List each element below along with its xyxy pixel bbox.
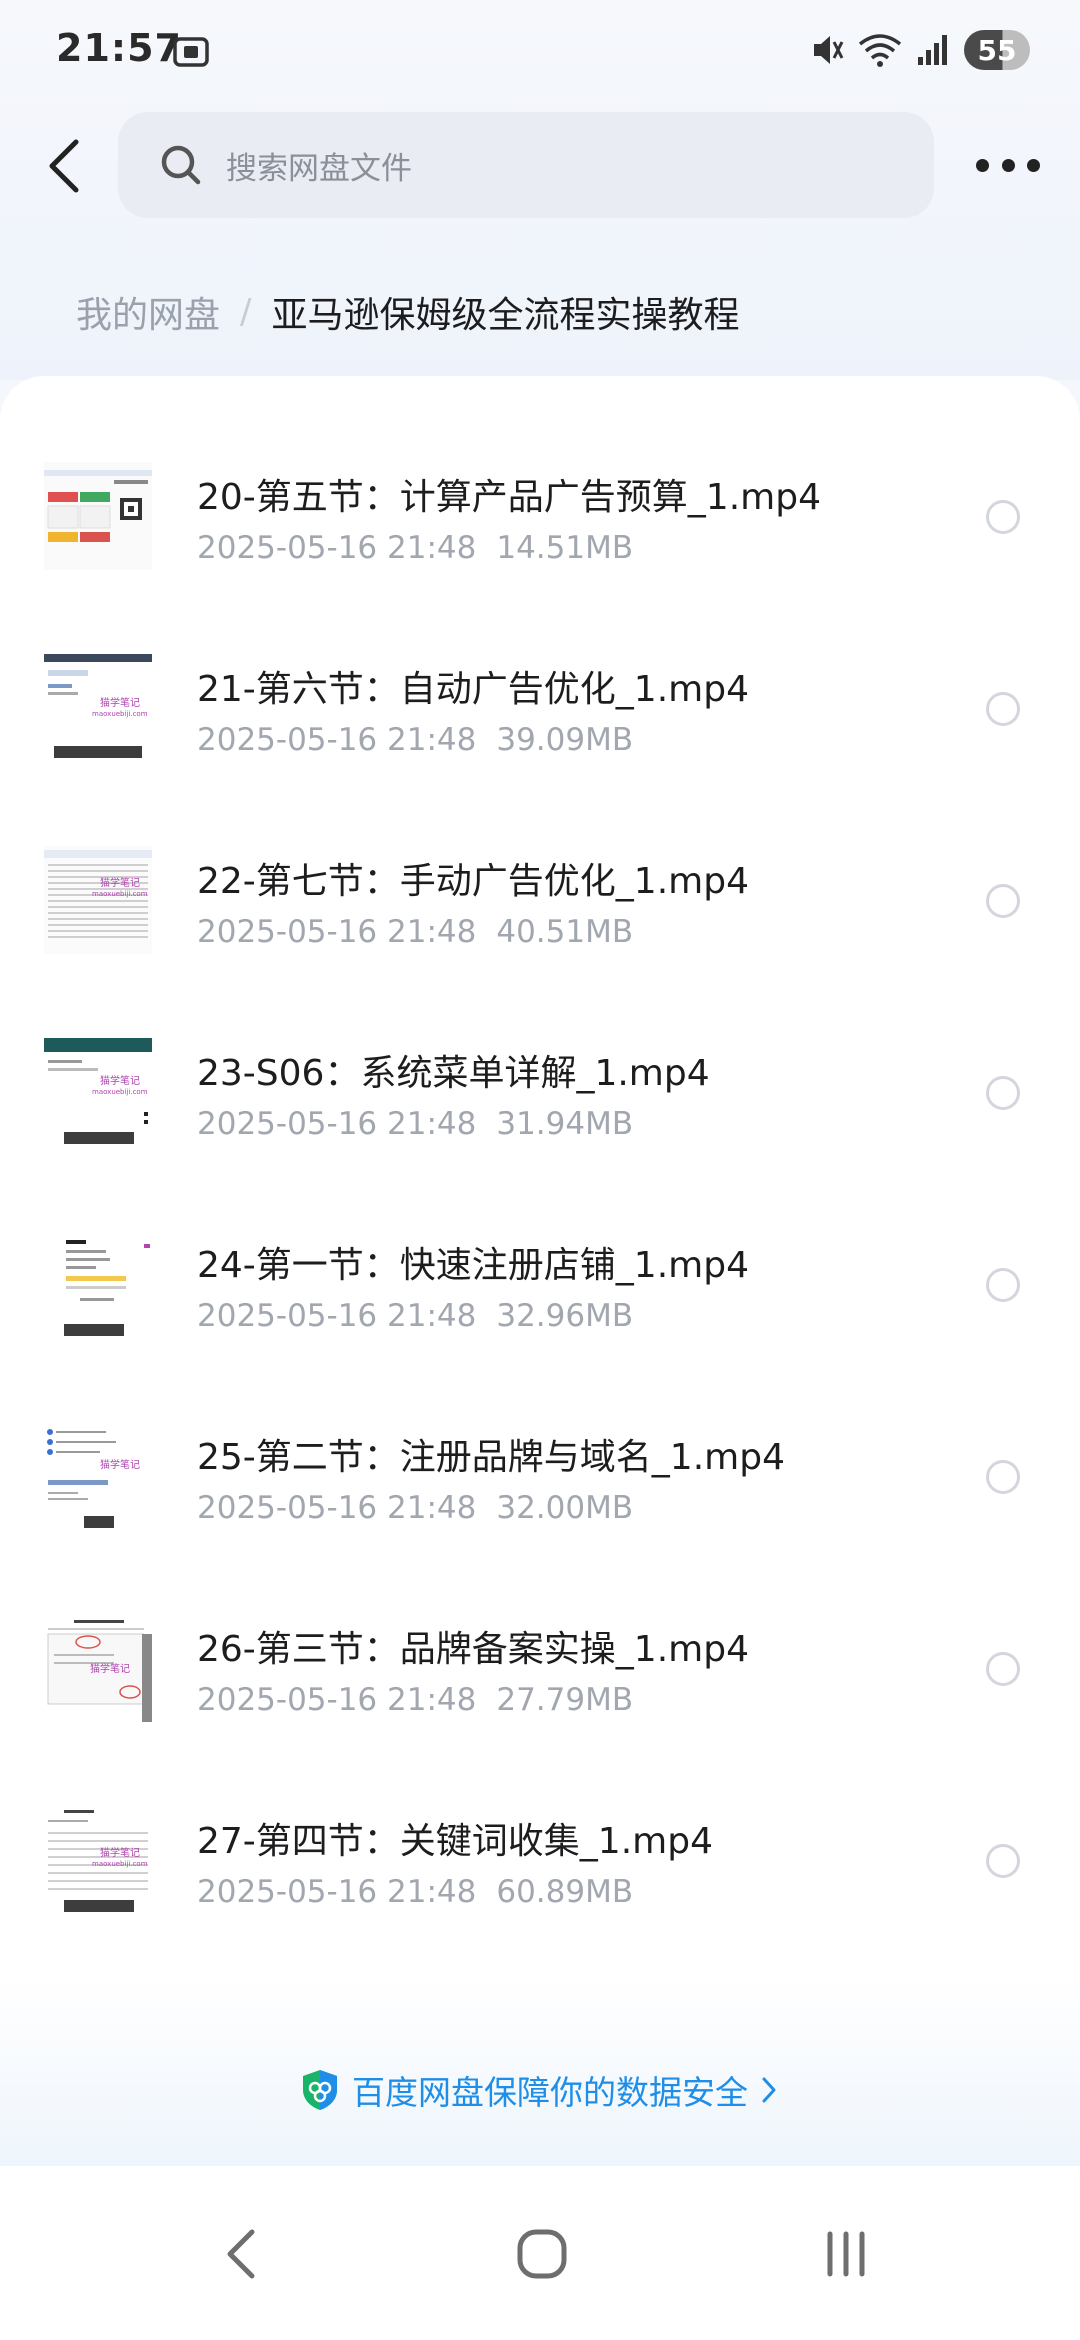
file-date: 2025-05-16 21:48 — [197, 530, 477, 566]
select-checkbox[interactable] — [986, 692, 1020, 726]
select-checkbox[interactable] — [986, 1076, 1020, 1110]
svg-text:猫学笔记: 猫学笔记 — [100, 1074, 140, 1087]
svg-text:maoxuebiji.com: maoxuebiji.com — [92, 1860, 148, 1868]
video-thumbnail — [44, 462, 152, 570]
file-row[interactable]: 20-第五节：计算产品广告预算_1.mp4 2025-05-16 21:48 14… — [0, 410, 1080, 600]
nav-back-icon — [227, 2229, 255, 2279]
video-thumbnail: 猫学笔记 maoxuebiji.com — [44, 1806, 152, 1914]
back-button[interactable] — [36, 130, 92, 202]
nav-back-button[interactable] — [210, 2222, 270, 2286]
svg-text:猫学笔记: 猫学笔记 — [90, 1662, 130, 1675]
svg-text:maoxuebiji.com: maoxuebiji.com — [92, 710, 148, 718]
select-checkbox[interactable] — [986, 1844, 1020, 1878]
select-checkbox[interactable] — [986, 500, 1020, 534]
file-date: 2025-05-16 21:48 — [197, 1682, 477, 1718]
file-name: 21-第六节：自动广告优化_1.mp4 — [197, 669, 749, 710]
more-icon-dot — [1001, 158, 1015, 172]
file-date: 2025-05-16 21:48 — [197, 1874, 477, 1910]
security-link[interactable]: 百度网盘保障你的数据安全 — [0, 2060, 1080, 2120]
status-time: 21:57 — [56, 26, 182, 70]
file-date: 2025-05-16 21:48 — [197, 914, 477, 950]
file-meta: 2025-05-16 21:48 32.96MB — [197, 1298, 633, 1334]
breadcrumb: 我的网盘 / 亚马逊保姆级全流程实操教程 — [76, 284, 740, 340]
nav-recents-button[interactable] — [816, 2222, 876, 2286]
select-checkbox[interactable] — [986, 884, 1020, 918]
video-thumbnail — [44, 1230, 152, 1338]
file-meta: 2025-05-16 21:48 40.51MB — [197, 914, 633, 950]
file-meta: 2025-05-16 21:48 27.79MB — [197, 1682, 633, 1718]
status-icons: 55 — [810, 28, 1030, 72]
file-name: 24-第一节：快速注册店铺_1.mp4 — [197, 1245, 749, 1286]
file-row[interactable]: 猫学笔记 maoxuebiji.com 27-第四节：关键词收集_1.mp4 2… — [0, 1754, 1080, 1944]
search-input[interactable]: 搜索网盘文件 — [118, 112, 934, 218]
video-thumbnail: 猫学笔记 maoxuebiji.com — [44, 1038, 152, 1146]
file-name: 20-第五节：计算产品广告预算_1.mp4 — [197, 477, 821, 518]
file-size: 60.89MB — [496, 1874, 634, 1910]
breadcrumb-separator: / — [240, 292, 252, 332]
svg-text:猫学笔记: 猫学笔记 — [100, 876, 140, 889]
more-icon-dot — [976, 158, 989, 172]
file-row[interactable]: 猫学笔记 maoxuebiji.com 22-第七节：手动广告优化_1.mp4 … — [0, 794, 1080, 984]
file-name: 26-第三节：品牌备案实操_1.mp4 — [197, 1629, 749, 1670]
file-name: 23-S06：系统菜单详解_1.mp4 — [197, 1053, 710, 1094]
file-size: 32.00MB — [496, 1490, 634, 1526]
security-text: 百度网盘保障你的数据安全 — [352, 2073, 748, 2112]
file-size: 27.79MB — [496, 1682, 634, 1718]
wifi-icon — [858, 34, 902, 67]
file-meta: 2025-05-16 21:48 39.09MB — [197, 722, 633, 758]
nav-home-icon — [517, 2229, 567, 2279]
screenshot-icon — [173, 37, 209, 67]
svg-text:猫学笔记: 猫学笔记 — [100, 696, 140, 709]
file-date: 2025-05-16 21:48 — [197, 1106, 477, 1142]
video-thumbnail: 猫学笔记 — [44, 1422, 152, 1530]
more-icon-dot — [1027, 158, 1040, 172]
svg-text:猫学笔记: 猫学笔记 — [100, 1458, 140, 1471]
video-thumbnail: 猫学笔记 — [44, 1614, 152, 1722]
select-checkbox[interactable] — [986, 1652, 1020, 1686]
file-name: 25-第二节：注册品牌与域名_1.mp4 — [197, 1437, 785, 1478]
search-icon — [161, 145, 201, 185]
svg-text:maoxuebiji.com: maoxuebiji.com — [92, 890, 148, 898]
file-size: 31.94MB — [496, 1106, 634, 1142]
file-date: 2025-05-16 21:48 — [197, 722, 477, 758]
search-placeholder: 搜索网盘文件 — [226, 150, 412, 187]
file-name: 22-第七节：手动广告优化_1.mp4 — [197, 861, 749, 902]
select-checkbox[interactable] — [986, 1268, 1020, 1302]
file-meta: 2025-05-16 21:48 14.51MB — [197, 530, 633, 566]
file-size: 40.51MB — [496, 914, 634, 950]
file-date: 2025-05-16 21:48 — [197, 1298, 477, 1334]
battery-icon: 55 — [964, 30, 1030, 70]
more-button[interactable] — [976, 140, 1040, 190]
chevron-right-icon — [762, 2077, 776, 2103]
nav-recents-icon — [827, 2231, 865, 2277]
mute-icon — [814, 36, 844, 64]
file-date: 2025-05-16 21:48 — [197, 1490, 477, 1526]
file-list: 20-第五节：计算产品广告预算_1.mp4 2025-05-16 21:48 14… — [0, 376, 1080, 2166]
file-size: 14.51MB — [496, 530, 634, 566]
file-row[interactable]: 24-第一节：快速注册店铺_1.mp4 2025-05-16 21:48 32.9… — [0, 1178, 1080, 1368]
file-size: 32.96MB — [496, 1298, 634, 1334]
select-checkbox[interactable] — [986, 1460, 1020, 1494]
file-row[interactable]: 猫学笔记 maoxuebiji.com 21-第六节：自动广告优化_1.mp4 … — [0, 602, 1080, 792]
video-thumbnail: 猫学笔记 maoxuebiji.com — [44, 846, 152, 954]
status-bar: 21:57 55 — [0, 0, 1080, 100]
file-meta: 2025-05-16 21:48 31.94MB — [197, 1106, 633, 1142]
file-size: 39.09MB — [496, 722, 634, 758]
back-arrow-icon — [49, 139, 79, 193]
breadcrumb-root[interactable]: 我的网盘 — [76, 286, 220, 338]
shield-icon — [303, 2070, 337, 2110]
file-row[interactable]: 猫学笔记 maoxuebiji.com 23-S06：系统菜单详解_1.mp4 … — [0, 986, 1080, 1176]
video-thumbnail: 猫学笔记 maoxuebiji.com — [44, 654, 152, 762]
nav-home-button[interactable] — [510, 2222, 574, 2286]
signal-icon — [918, 35, 947, 65]
system-nav-bar — [0, 2166, 1080, 2340]
file-name: 27-第四节：关键词收集_1.mp4 — [197, 1821, 713, 1862]
breadcrumb-current: 亚马逊保姆级全流程实操教程 — [271, 295, 740, 336]
file-row[interactable]: 猫学笔记 25-第二节：注册品牌与域名_1.mp4 2025-05-16 21:… — [0, 1370, 1080, 1560]
file-meta: 2025-05-16 21:48 32.00MB — [197, 1490, 633, 1526]
svg-text:maoxuebiji.com: maoxuebiji.com — [92, 1088, 148, 1096]
file-meta: 2025-05-16 21:48 60.89MB — [197, 1874, 633, 1910]
svg-text:猫学笔记: 猫学笔记 — [100, 1846, 140, 1859]
file-row[interactable]: 猫学笔记 26-第三节：品牌备案实操_1.mp4 2025-05-16 21:4… — [0, 1562, 1080, 1752]
